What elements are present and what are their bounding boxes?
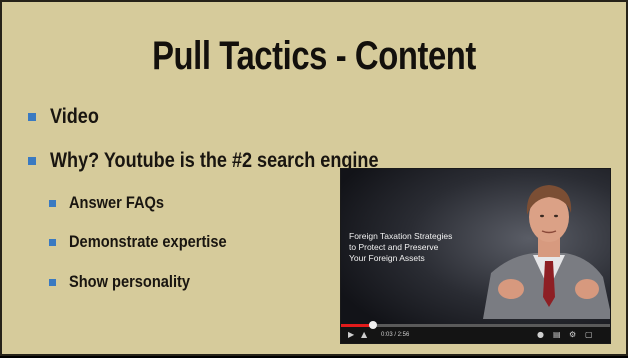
- bullet-text: Why? Youtube is the #2 search engine: [50, 149, 379, 172]
- progress-track[interactable]: [341, 321, 610, 329]
- sub-bullet-item-expertise: Demonstrate expertise: [49, 232, 252, 252]
- hd-icon[interactable]: ●: [537, 330, 544, 340]
- video-time: 0:03 / 2:56: [381, 332, 410, 338]
- video-caption-text: Foreign Taxation Strategies to Protect a…: [349, 231, 453, 263]
- sub-bullet-text: Show personality: [69, 272, 191, 291]
- embedded-video-player[interactable]: Foreign Taxation Strategies to Protect a…: [340, 168, 611, 344]
- sub-bullet-text: Demonstrate expertise: [69, 232, 227, 251]
- slide: Pull Tactics - Content Video Why? Youtub…: [0, 0, 628, 356]
- volume-icon[interactable]: ▲: [361, 330, 367, 340]
- sub-bullet-text: Answer FAQs: [69, 193, 165, 212]
- fullscreen-icon[interactable]: ▢: [585, 330, 593, 340]
- bullet-marker: [49, 199, 56, 207]
- bullet-marker: [49, 238, 56, 246]
- bullet-marker: [28, 157, 36, 165]
- settings-icon[interactable]: ⚙: [569, 330, 576, 340]
- bullet-item-video: Video: [28, 105, 107, 129]
- video-controls-bar: ▶ ▲ 0:03 / 2:56 ● ▤ ⚙ ▢: [341, 321, 610, 343]
- captions-icon[interactable]: ▤: [553, 330, 561, 340]
- sub-bullet-item-faqs: Answer FAQs: [49, 193, 180, 213]
- bullet-marker: [28, 113, 36, 121]
- progress-knob[interactable]: [369, 321, 378, 329]
- bullet-marker: [49, 278, 56, 286]
- speaker-figure: [483, 185, 610, 319]
- sub-bullet-item-personality: Show personality: [49, 272, 210, 292]
- play-icon[interactable]: ▶: [348, 330, 354, 340]
- slide-title: Pull Tactics - Content: [152, 34, 476, 78]
- bullet-text: Video: [50, 105, 99, 128]
